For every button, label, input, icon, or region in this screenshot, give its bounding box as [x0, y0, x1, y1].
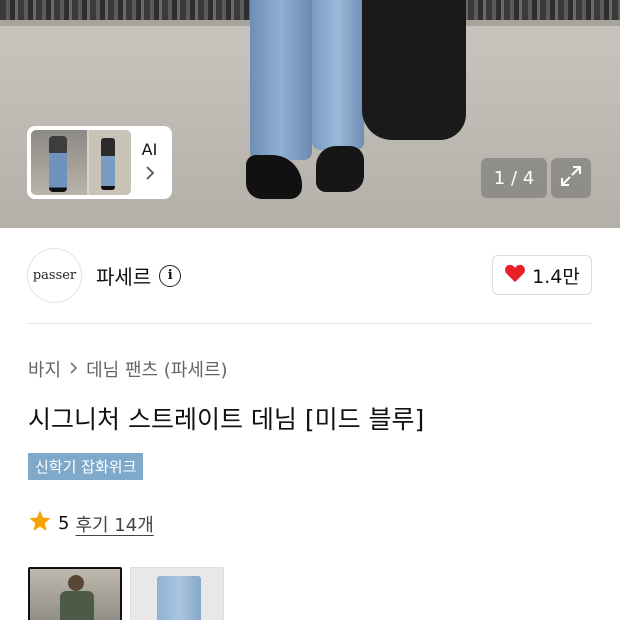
star-icon [28, 509, 52, 538]
thumbnail-2[interactable] [130, 567, 224, 620]
breadcrumb: 바지 데님 팬츠 (파세르) [28, 356, 228, 382]
expand-button[interactable] [551, 158, 591, 198]
seller-name-link[interactable]: 파세르 i [96, 261, 182, 290]
divider [28, 323, 592, 324]
heart-icon [504, 263, 526, 288]
rating-row[interactable]: 5 후기 14개 [28, 509, 154, 538]
chevron-right-icon [145, 165, 155, 185]
chevron-right-icon [69, 360, 78, 379]
image-counter: 1 / 4 [481, 158, 547, 198]
breadcrumb-item-category[interactable]: 바지 [28, 356, 61, 382]
breadcrumb-item-subcategory[interactable]: 데님 팬츠 (파세르) [86, 356, 227, 382]
product-image-gallery[interactable]: AI 1 / 4 [0, 0, 620, 228]
shoe-left [246, 155, 302, 199]
ai-styling-thumbnail [31, 130, 131, 195]
seller-logo[interactable]: passer [27, 248, 82, 303]
review-count-link[interactable]: 후기 14개 [75, 511, 153, 537]
jeans-left-leg [250, 0, 312, 160]
rating-score: 5 [58, 513, 70, 534]
thumbnail-1[interactable] [28, 567, 122, 620]
jeans-right-leg [312, 0, 364, 150]
seller-logo-text: passer [32, 268, 77, 283]
shoe-right [316, 146, 364, 192]
tote-bag [362, 0, 466, 140]
ai-styling-card[interactable]: AI [27, 126, 172, 199]
info-icon[interactable]: i [159, 264, 182, 287]
promo-tag[interactable]: 신학기 잡화위크 [28, 453, 144, 480]
like-count: 1.4만 [532, 265, 580, 288]
expand-icon [559, 164, 583, 192]
like-button[interactable]: 1.4만 [492, 255, 592, 295]
product-title: 시그니처 스트레이트 데님 [미드 블루] [28, 405, 425, 434]
seller-name: 파세르 [96, 265, 152, 289]
ai-label: AI [141, 140, 158, 159]
thumbnail-strip [28, 567, 224, 620]
